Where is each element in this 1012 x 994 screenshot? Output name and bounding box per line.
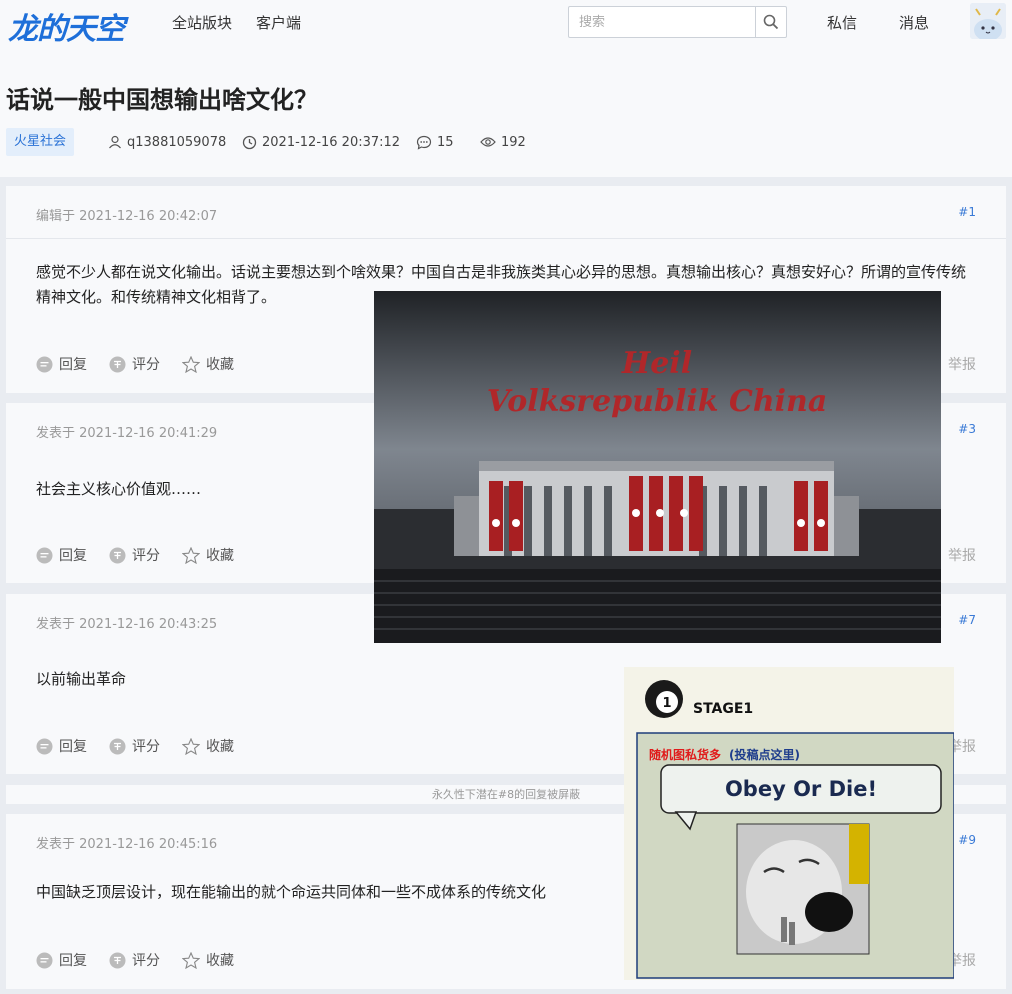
time-text: 2021-12-16 20:37:12 — [262, 134, 401, 150]
star-icon — [182, 546, 200, 564]
page-header: 龙的天空 全站版块 客户端 私信 消息 话说一般中国想输出啥文化？ 火星社会 q… — [0, 0, 1012, 177]
star-icon — [182, 355, 200, 373]
rate-icon — [109, 547, 126, 563]
replies-count: 15 — [437, 134, 454, 150]
divider — [6, 238, 1006, 239]
rate-button[interactable]: 评分 — [109, 545, 160, 565]
site-logo[interactable]: 龙的天空 — [8, 4, 125, 48]
favorite-button[interactable]: 收藏 — [182, 545, 234, 565]
rate-button[interactable]: 评分 — [109, 736, 160, 756]
reply-icon — [36, 952, 53, 968]
search-box — [568, 6, 787, 38]
post-time: 编辑于 2021-12-16 20:42:07 — [36, 209, 218, 224]
stage-label: STAGE1 — [693, 701, 753, 717]
thread-views: 192 — [480, 128, 526, 156]
favorite-label: 收藏 — [206, 953, 234, 969]
eye-icon — [480, 137, 496, 147]
favorite-button[interactable]: 收藏 — [182, 950, 234, 970]
signature-image[interactable]: 1 STAGE1 随机图私货多 (投稿点这里) Obey Or Die! — [624, 667, 955, 980]
post-floor[interactable]: #7 — [958, 613, 976, 627]
caption-blue: (投稿点这里) — [729, 747, 800, 762]
thread-author: q13881059078 — [108, 128, 226, 156]
signature-graphic: 1 STAGE1 随机图私货多 (投稿点这里) Obey Or Die! — [624, 667, 955, 980]
rate-label: 评分 — [132, 548, 160, 564]
reply-button[interactable]: 回复 — [36, 545, 87, 565]
favorite-label: 收藏 — [206, 548, 234, 564]
avatar-image — [970, 3, 1006, 39]
rate-icon — [109, 738, 126, 754]
reply-label: 回复 — [59, 357, 87, 373]
search-button[interactable] — [755, 7, 786, 37]
reply-icon — [36, 738, 53, 754]
thread-title: 话说一般中国想输出啥文化？ — [6, 86, 318, 114]
report-button[interactable]: 举报 — [948, 545, 976, 565]
poster-graphic: Heil Volksrepublik China — [374, 291, 941, 643]
reply-button[interactable]: 回复 — [36, 736, 87, 756]
user-icon — [109, 135, 121, 149]
reply-label: 回复 — [59, 739, 87, 755]
post-actions: 回复 评分 收藏 — [36, 736, 256, 756]
reply-icon — [36, 356, 53, 372]
nav-client[interactable]: 客户端 — [256, 12, 301, 33]
post-time: 发表于 2021-12-16 20:43:25 — [36, 617, 218, 632]
post-actions: 回复 评分 收藏 — [36, 950, 256, 970]
clock-icon — [242, 135, 257, 149]
post-floor[interactable]: #1 — [958, 205, 976, 219]
poster-line1: Heil — [621, 346, 692, 381]
bubble-text: Obey Or Die! — [725, 777, 877, 801]
author-name[interactable]: q13881059078 — [127, 135, 226, 150]
post-actions: 回复 评分 收藏 — [36, 354, 256, 374]
reply-label: 回复 — [59, 548, 87, 564]
reply-icon — [36, 547, 53, 563]
favorite-button[interactable]: 收藏 — [182, 736, 234, 756]
favorite-button[interactable]: 收藏 — [182, 354, 234, 374]
nav-all-boards[interactable]: 全站版块 — [172, 12, 232, 33]
thread-time: 2021-12-16 20:37:12 — [242, 128, 400, 156]
reply-label: 回复 — [59, 953, 87, 969]
rate-icon — [109, 952, 126, 968]
notifications-link[interactable]: 消息 — [899, 12, 929, 33]
thread-replies: 15 — [416, 128, 454, 156]
rate-icon — [109, 356, 126, 372]
post-time: 发表于 2021-12-16 20:45:16 — [36, 837, 218, 852]
favorite-label: 收藏 — [206, 357, 234, 373]
caption-red: 随机图私货多 — [649, 747, 721, 762]
rate-label: 评分 — [132, 953, 160, 969]
rate-button[interactable]: 评分 — [109, 354, 160, 374]
rate-button[interactable]: 评分 — [109, 950, 160, 970]
post-floor[interactable]: #3 — [958, 422, 976, 436]
avatar[interactable] — [970, 3, 1006, 39]
rate-label: 评分 — [132, 357, 160, 373]
post-floor[interactable]: #9 — [958, 833, 976, 847]
messages-link[interactable]: 私信 — [827, 12, 857, 33]
favorite-label: 收藏 — [206, 739, 234, 755]
reply-button[interactable]: 回复 — [36, 950, 87, 970]
post-image-poster[interactable]: Heil Volksrepublik China — [374, 291, 941, 643]
post-actions: 回复 评分 收藏 — [36, 545, 256, 565]
reply-button[interactable]: 回复 — [36, 354, 87, 374]
poster-line2: Volksrepublik China — [487, 384, 828, 419]
comment-icon — [416, 135, 432, 150]
star-icon — [182, 951, 200, 969]
board-tag[interactable]: 火星社会 — [6, 128, 75, 156]
rate-label: 评分 — [132, 739, 160, 755]
stage-number: 1 — [662, 696, 671, 711]
views-count: 192 — [501, 134, 526, 150]
report-button[interactable]: 举报 — [948, 354, 976, 374]
post-time: 发表于 2021-12-16 20:41:29 — [36, 426, 218, 441]
star-icon — [182, 737, 200, 755]
search-input[interactable] — [569, 7, 755, 37]
search-icon — [763, 14, 779, 30]
